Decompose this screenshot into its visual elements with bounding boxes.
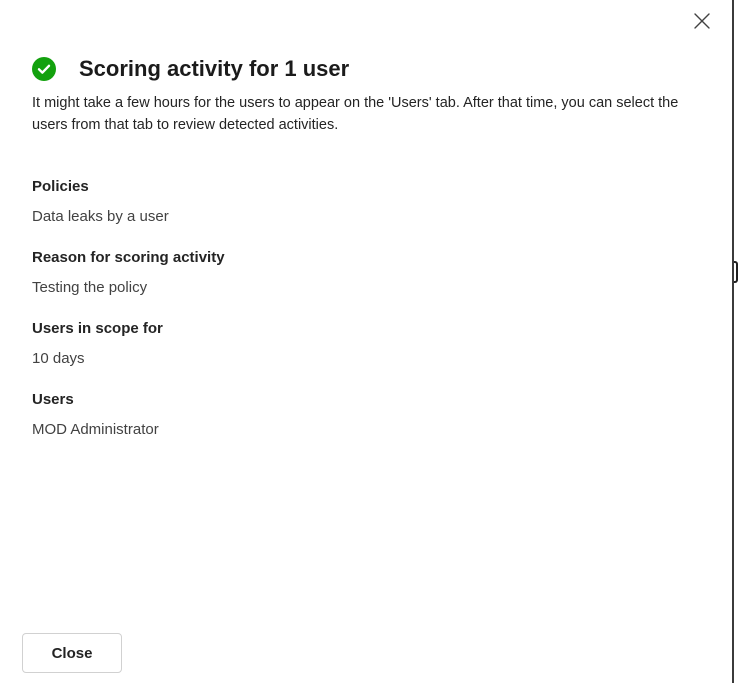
check-circle-icon bbox=[32, 57, 56, 81]
panel-border bbox=[732, 0, 734, 683]
panel-description: It might take a few hours for the users … bbox=[32, 95, 679, 133]
field-reason: Reason for scoring activity Testing the … bbox=[32, 247, 692, 318]
panel-header: Scoring activity for 1 user bbox=[32, 54, 349, 84]
field-users: Users MOD Administrator bbox=[32, 389, 692, 460]
close-icon[interactable] bbox=[689, 8, 715, 34]
panel-title: Scoring activity for 1 user bbox=[79, 56, 350, 81]
close-button[interactable]: Close bbox=[22, 633, 122, 673]
field-scope: Users in scope for 10 days bbox=[32, 318, 692, 389]
field-value: 10 days bbox=[32, 350, 85, 367]
details-list: Policies Data leaks by a user Reason for… bbox=[32, 176, 692, 460]
field-value: Testing the policy bbox=[32, 279, 148, 296]
field-label: Users in scope for bbox=[32, 320, 163, 337]
field-policies: Policies Data leaks by a user bbox=[32, 176, 692, 247]
field-value: Data leaks by a user bbox=[32, 208, 169, 225]
field-label: Reason for scoring activity bbox=[32, 249, 225, 266]
field-value: MOD Administrator bbox=[32, 421, 159, 438]
scoring-activity-panel: Scoring activity for 1 user It might tak… bbox=[0, 0, 732, 683]
field-label: Policies bbox=[32, 178, 89, 195]
field-label: Users bbox=[32, 391, 74, 408]
resize-handle[interactable] bbox=[734, 261, 738, 283]
